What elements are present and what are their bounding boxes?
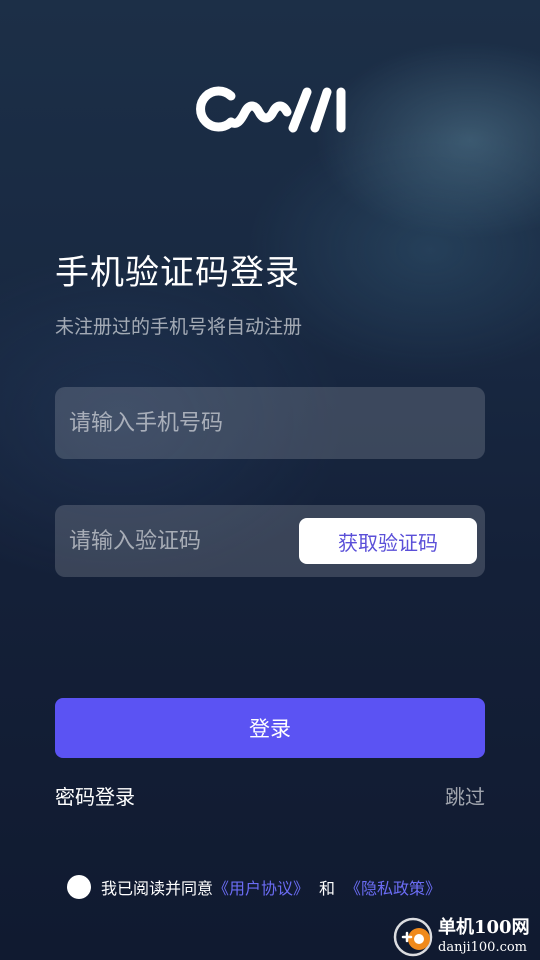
phone-field[interactable] xyxy=(55,387,485,459)
skip-link[interactable]: 跳过 xyxy=(445,783,485,811)
agree-radio[interactable] xyxy=(67,875,91,899)
danji100-logo-icon xyxy=(393,917,433,957)
phone-input[interactable] xyxy=(69,387,469,459)
watermark: 单机100网 danji100.com xyxy=(392,912,540,960)
watermark-name: 单机100网 xyxy=(438,917,530,938)
agreement-prefix: 我已阅读并同意 xyxy=(101,879,214,898)
agreement-and: 和 xyxy=(319,879,336,898)
privacy-policy-link[interactable]: 《隐私政策》 xyxy=(345,875,441,899)
watermark-domain: danji100.com xyxy=(438,940,528,955)
password-login-link[interactable]: 密码登录 xyxy=(55,783,135,811)
user-agreement-link[interactable]: 《用户协议》 xyxy=(213,875,309,899)
page-subtitle: 未注册过的手机号将自动注册 xyxy=(55,316,303,338)
omai-logo xyxy=(196,86,346,133)
code-field[interactable]: 获取验证码 xyxy=(55,505,485,577)
agreement-row: 我已阅读并同意 《用户协议》 和 《隐私政策》 xyxy=(67,872,441,902)
page-title: 手机验证码登录 xyxy=(55,253,300,293)
get-code-button[interactable]: 获取验证码 xyxy=(299,518,477,564)
code-input[interactable] xyxy=(69,505,299,577)
login-button[interactable]: 登录 xyxy=(55,698,485,758)
